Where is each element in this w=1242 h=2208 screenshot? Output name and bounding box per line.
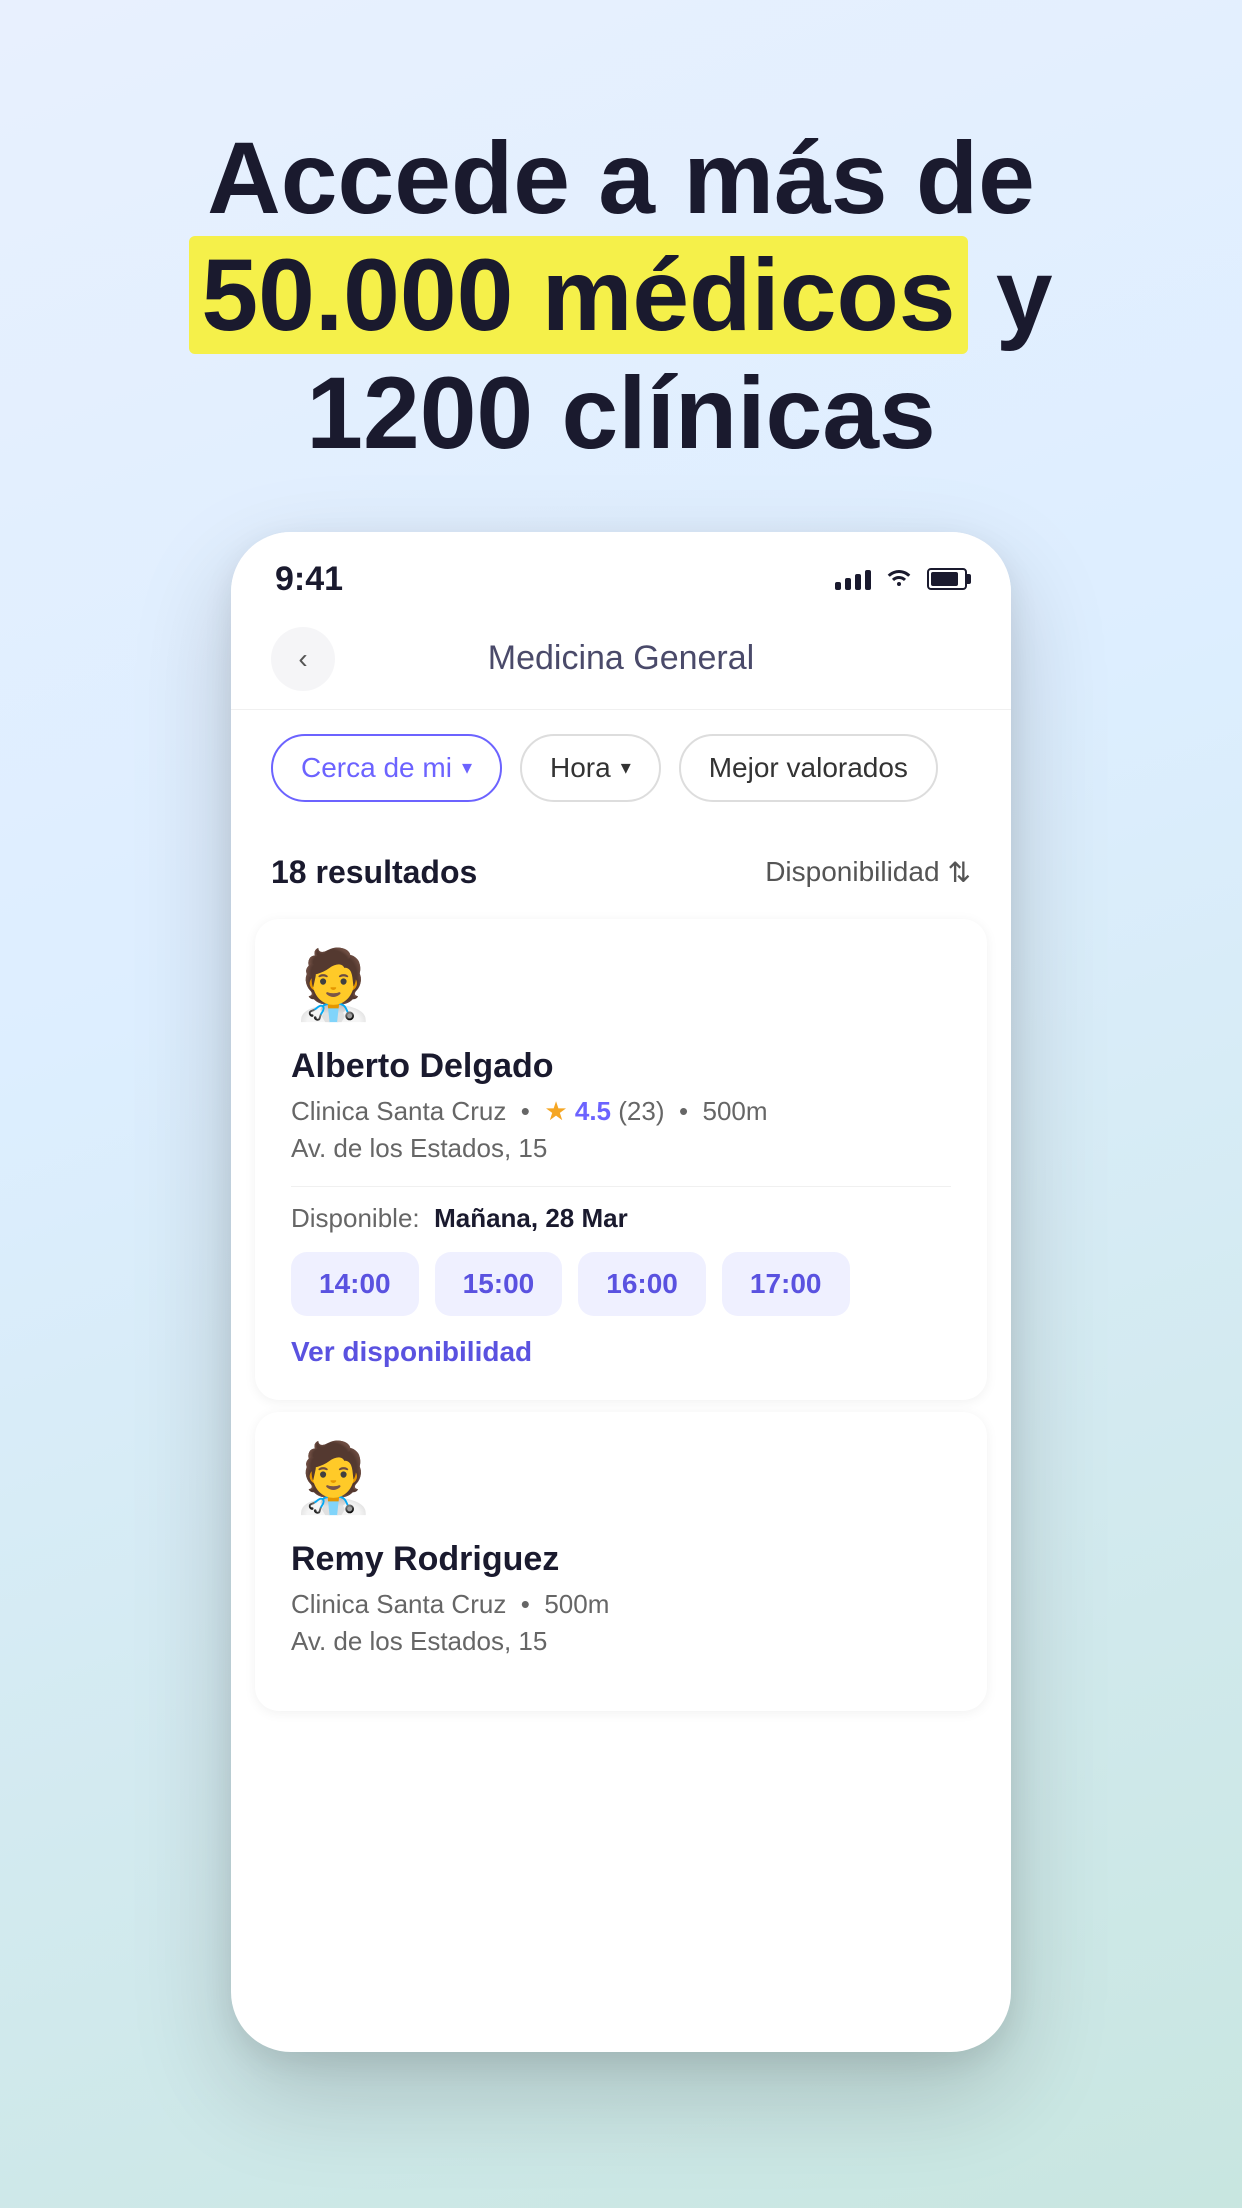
hero-line3: 1200 clínicas xyxy=(306,356,935,470)
filter-valorados[interactable]: Mejor valorados xyxy=(679,734,938,802)
filter-valorados-label: Mejor valorados xyxy=(709,752,908,784)
distance-2: 500m xyxy=(544,1589,609,1619)
status-time: 9:41 xyxy=(275,560,343,599)
hero-line2: y xyxy=(996,238,1053,352)
doctor-name-2: Remy Rodriguez xyxy=(291,1540,951,1579)
rating-value-1: 4.5 xyxy=(575,1096,611,1126)
hero-line1: Accede a más de xyxy=(207,121,1035,235)
doctor-card-2[interactable]: 🧑‍⚕️ Remy Rodriguez Clinica Santa Cruz •… xyxy=(255,1412,987,1711)
time-slot-1500[interactable]: 15:00 xyxy=(435,1252,563,1316)
filter-cerca-label: Cerca de mi xyxy=(301,752,452,784)
filter-hora-arrow: ▾ xyxy=(621,755,631,780)
sort-icon: ⇅ xyxy=(948,856,971,889)
signal-icon xyxy=(835,568,871,590)
filter-cerca[interactable]: Cerca de mi ▾ xyxy=(271,734,502,802)
hero-title: Accede a más de 50.000 médicos y 1200 cl… xyxy=(80,120,1162,472)
doctor-avatar-1: 🧑‍⚕️ xyxy=(291,951,371,1031)
results-count: 18 resultados xyxy=(271,854,477,891)
doctor-name-1: Alberto Delgado xyxy=(291,1047,951,1086)
filter-hora-label: Hora xyxy=(550,752,611,784)
nav-title: Medicina General xyxy=(335,639,907,678)
battery-icon xyxy=(927,568,967,590)
ver-disponibilidad-1[interactable]: Ver disponibilidad xyxy=(291,1336,951,1368)
status-icons xyxy=(835,565,967,594)
doctor-avatar-2: 🧑‍⚕️ xyxy=(291,1444,371,1524)
rating-count-1: (23) xyxy=(618,1096,664,1126)
clinic-name-1: Clinica Santa Cruz xyxy=(291,1096,506,1126)
star-icon-1: ★ xyxy=(544,1096,567,1126)
back-button[interactable]: ‹ xyxy=(271,627,335,691)
distance-1: 500m xyxy=(703,1096,768,1126)
sort-button[interactable]: Disponibilidad ⇅ xyxy=(765,856,971,889)
time-slots-1: 14:00 15:00 16:00 17:00 xyxy=(291,1252,951,1316)
phone-mockup: 9:41 ‹ Medicina General xyxy=(231,532,1011,2052)
filter-cerca-arrow: ▾ xyxy=(462,755,472,780)
back-icon: ‹ xyxy=(298,645,307,673)
results-header: 18 resultados Disponibilidad ⇅ xyxy=(231,826,1011,907)
clinic-name-2: Clinica Santa Cruz xyxy=(291,1589,506,1619)
hero-section: Accede a más de 50.000 médicos y 1200 cl… xyxy=(0,0,1242,532)
time-slot-1700[interactable]: 17:00 xyxy=(722,1252,850,1316)
doctor-clinic-2: Clinica Santa Cruz • 500m xyxy=(291,1589,951,1620)
available-date-1: Mañana, 28 Mar xyxy=(434,1203,628,1233)
nav-bar: ‹ Medicina General xyxy=(231,609,1011,710)
doctor-clinic-1: Clinica Santa Cruz • ★ 4.5 (23) • 500m xyxy=(291,1096,951,1127)
available-text-1: Disponible: xyxy=(291,1203,420,1233)
time-slot-1400[interactable]: 14:00 xyxy=(291,1252,419,1316)
doctor-card-1[interactable]: 🧑‍⚕️ Alberto Delgado Clinica Santa Cruz … xyxy=(255,919,987,1400)
doctor-address-1: Av. de los Estados, 15 xyxy=(291,1133,951,1164)
doctor-address-2: Av. de los Estados, 15 xyxy=(291,1626,951,1657)
wifi-icon xyxy=(885,565,913,594)
time-slot-1600[interactable]: 16:00 xyxy=(578,1252,706,1316)
filter-hora[interactable]: Hora ▾ xyxy=(520,734,661,802)
hero-highlight: 50.000 médicos xyxy=(189,236,967,354)
sort-label: Disponibilidad xyxy=(765,856,939,888)
divider-1 xyxy=(291,1186,951,1187)
phone-screen: 9:41 ‹ Medicina General xyxy=(231,532,1011,2052)
status-bar: 9:41 xyxy=(231,532,1011,609)
available-label-1: Disponible: Mañana, 28 Mar xyxy=(291,1203,951,1234)
filter-bar: Cerca de mi ▾ Hora ▾ Mejor valorados xyxy=(231,710,1011,826)
